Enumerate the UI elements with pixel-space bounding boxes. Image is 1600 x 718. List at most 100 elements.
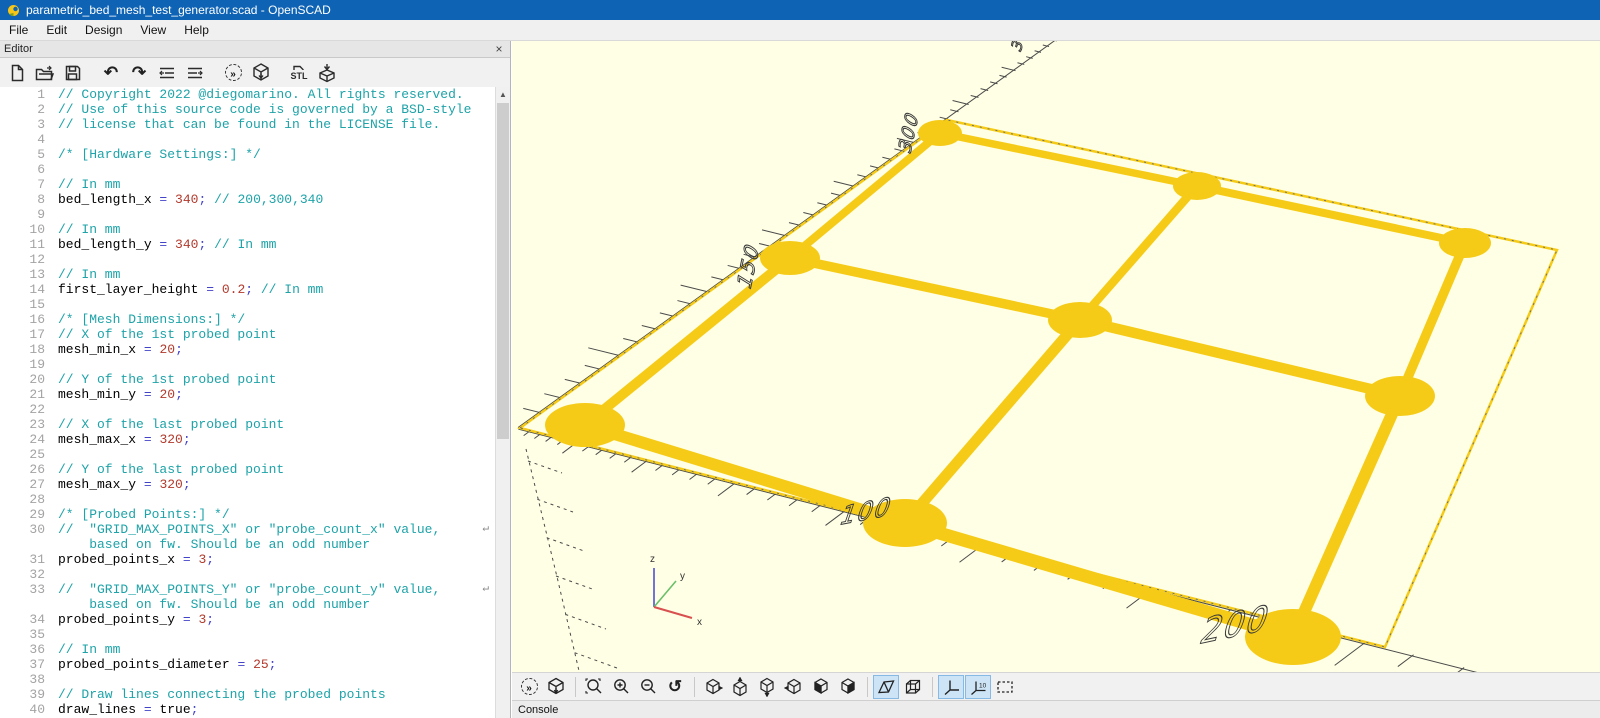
- code-line: 16/* [Mesh Dimensions:] */: [0, 312, 495, 327]
- code-line: 6: [0, 162, 495, 177]
- unindent-button[interactable]: [154, 61, 180, 85]
- negative-axis-dashes: [526, 449, 628, 672]
- preview-button[interactable]: »: [220, 61, 246, 85]
- show-scale-markers-button[interactable]: 10: [965, 675, 991, 699]
- code-line: 27mesh_max_y = 320;: [0, 477, 495, 492]
- viewport-3d[interactable]: 150 300 340 100 200 z y x: [512, 41, 1600, 672]
- orthogonal-button[interactable]: [900, 675, 926, 699]
- code-line: 22: [0, 402, 495, 417]
- editor-scrollbar[interactable]: ▲: [495, 87, 510, 718]
- svg-text:STL: STL: [291, 71, 309, 81]
- redo-button[interactable]: ↷: [126, 61, 152, 85]
- menu-view[interactable]: View: [131, 23, 175, 37]
- code-line: 15: [0, 297, 495, 312]
- save-button[interactable]: [60, 61, 86, 85]
- export-stl-button[interactable]: STL: [286, 61, 312, 85]
- zoom-out-button[interactable]: [635, 675, 661, 699]
- view-right-button[interactable]: [700, 675, 726, 699]
- view-left-button[interactable]: [781, 675, 807, 699]
- show-axes-button[interactable]: [938, 675, 964, 699]
- zoom-all-button[interactable]: [581, 675, 607, 699]
- code-editor[interactable]: 1// Copyright 2022 @diegomarino. All rig…: [0, 87, 495, 718]
- code-line: 18mesh_min_x = 20;: [0, 342, 495, 357]
- code-line: 1// Copyright 2022 @diegomarino. All rig…: [0, 87, 495, 102]
- indent-button[interactable]: [182, 61, 208, 85]
- view-all-button[interactable]: [992, 675, 1018, 699]
- menu-design[interactable]: Design: [76, 23, 131, 37]
- preview-button[interactable]: »: [516, 675, 542, 699]
- ruler-label-left-end: 340: [1008, 41, 1035, 55]
- code-line: 11bed_length_y = 340; // In mm: [0, 237, 495, 252]
- close-icon[interactable]: ×: [492, 42, 506, 56]
- code-line: 30// "GRID_MAX_POINTS_X" or "probe_count…: [0, 522, 495, 537]
- reset-view-button[interactable]: ↺: [662, 675, 688, 699]
- code-line: 26// Y of the last probed point: [0, 462, 495, 477]
- code-line: 13// In mm: [0, 267, 495, 282]
- code-line: 29/* [Probed Points:] */: [0, 507, 495, 522]
- viewport-toolbar: » ↺ 10: [512, 672, 1600, 700]
- zoom-in-button[interactable]: [608, 675, 634, 699]
- code-line: 4: [0, 132, 495, 147]
- view-back-button[interactable]: [835, 675, 861, 699]
- view-front-button[interactable]: [808, 675, 834, 699]
- probe-mesh-lines: [585, 133, 1465, 637]
- menu-file[interactable]: File: [0, 23, 37, 37]
- code-line: 14first_layer_height = 0.2; // In mm: [0, 282, 495, 297]
- code-line: 37probed_points_diameter = 25;: [0, 657, 495, 672]
- menu-bar: File Edit Design View Help: [0, 20, 1600, 41]
- editor-toolbar: ↶ ↷ » STL: [0, 58, 510, 88]
- editor-panel-title: Editor: [4, 43, 33, 55]
- code-line: 35: [0, 627, 495, 642]
- code-line: 40draw_lines = true;: [0, 702, 495, 717]
- open-file-button[interactable]: [32, 61, 58, 85]
- view-bottom-button[interactable]: [754, 675, 780, 699]
- code-line: 38: [0, 672, 495, 687]
- z-axis-label: z: [650, 554, 655, 565]
- code-line: 39// Draw lines connecting the probed po…: [0, 687, 495, 702]
- wrap-indicator-icon: ↵: [482, 522, 489, 537]
- code-line: based on fw. Should be an odd number: [0, 597, 495, 612]
- console-panel-header: Console: [512, 700, 1600, 718]
- y-axis-label: y: [680, 571, 685, 582]
- print-3d-button[interactable]: [314, 61, 340, 85]
- code-line: 10// In mm: [0, 222, 495, 237]
- menu-edit[interactable]: Edit: [37, 23, 76, 37]
- code-line: 23// X of the last probed point: [0, 417, 495, 432]
- axes-indicator: z y x: [650, 554, 702, 628]
- editor-panel: Editor × ↶ ↷ » STL 1// Copyright 2022 @d…: [0, 41, 511, 718]
- code-line: 8bed_length_x = 340; // 200,300,340: [0, 192, 495, 207]
- scrollbar-thumb[interactable]: [497, 103, 509, 439]
- code-line: 36// In mm: [0, 642, 495, 657]
- editor-panel-header: Editor ×: [0, 41, 510, 58]
- code-line: 2// Use of this source code is governed …: [0, 102, 495, 117]
- code-line: 9: [0, 207, 495, 222]
- code-line: 3// license that can be found in the LIC…: [0, 117, 495, 132]
- console-title: Console: [518, 704, 558, 716]
- title-bar: parametric_bed_mesh_test_generator.scad …: [0, 0, 1600, 20]
- wrap-indicator-icon: ↵: [482, 582, 489, 597]
- render-button[interactable]: [543, 675, 569, 699]
- code-line: 17// X of the 1st probed point: [0, 327, 495, 342]
- render-button[interactable]: [248, 61, 274, 85]
- code-line: 34probed_points_y = 3;: [0, 612, 495, 627]
- window-title: parametric_bed_mesh_test_generator.scad …: [26, 3, 331, 17]
- code-line: based on fw. Should be an odd number: [0, 537, 495, 552]
- code-line: 5/* [Hardware Settings:] */: [0, 147, 495, 162]
- code-line: 24mesh_max_x = 320;: [0, 432, 495, 447]
- undo-button[interactable]: ↶: [98, 61, 124, 85]
- menu-help[interactable]: Help: [175, 23, 218, 37]
- new-file-button[interactable]: [4, 61, 30, 85]
- code-line: 19: [0, 357, 495, 372]
- perspective-button[interactable]: [873, 675, 899, 699]
- code-line: 28: [0, 492, 495, 507]
- code-line: 7// In mm: [0, 177, 495, 192]
- view-top-button[interactable]: [727, 675, 753, 699]
- x-axis-label: x: [697, 617, 702, 628]
- code-line: 25: [0, 447, 495, 462]
- code-line: 32: [0, 567, 495, 582]
- code-line: 21mesh_min_y = 20;: [0, 387, 495, 402]
- scrollbar-up-arrow[interactable]: ▲: [496, 87, 510, 102]
- code-line: 31probed_points_x = 3;: [0, 552, 495, 567]
- scene-svg: 150 300 340 100 200 z y x: [512, 41, 1600, 672]
- svg-text:10: 10: [979, 682, 987, 689]
